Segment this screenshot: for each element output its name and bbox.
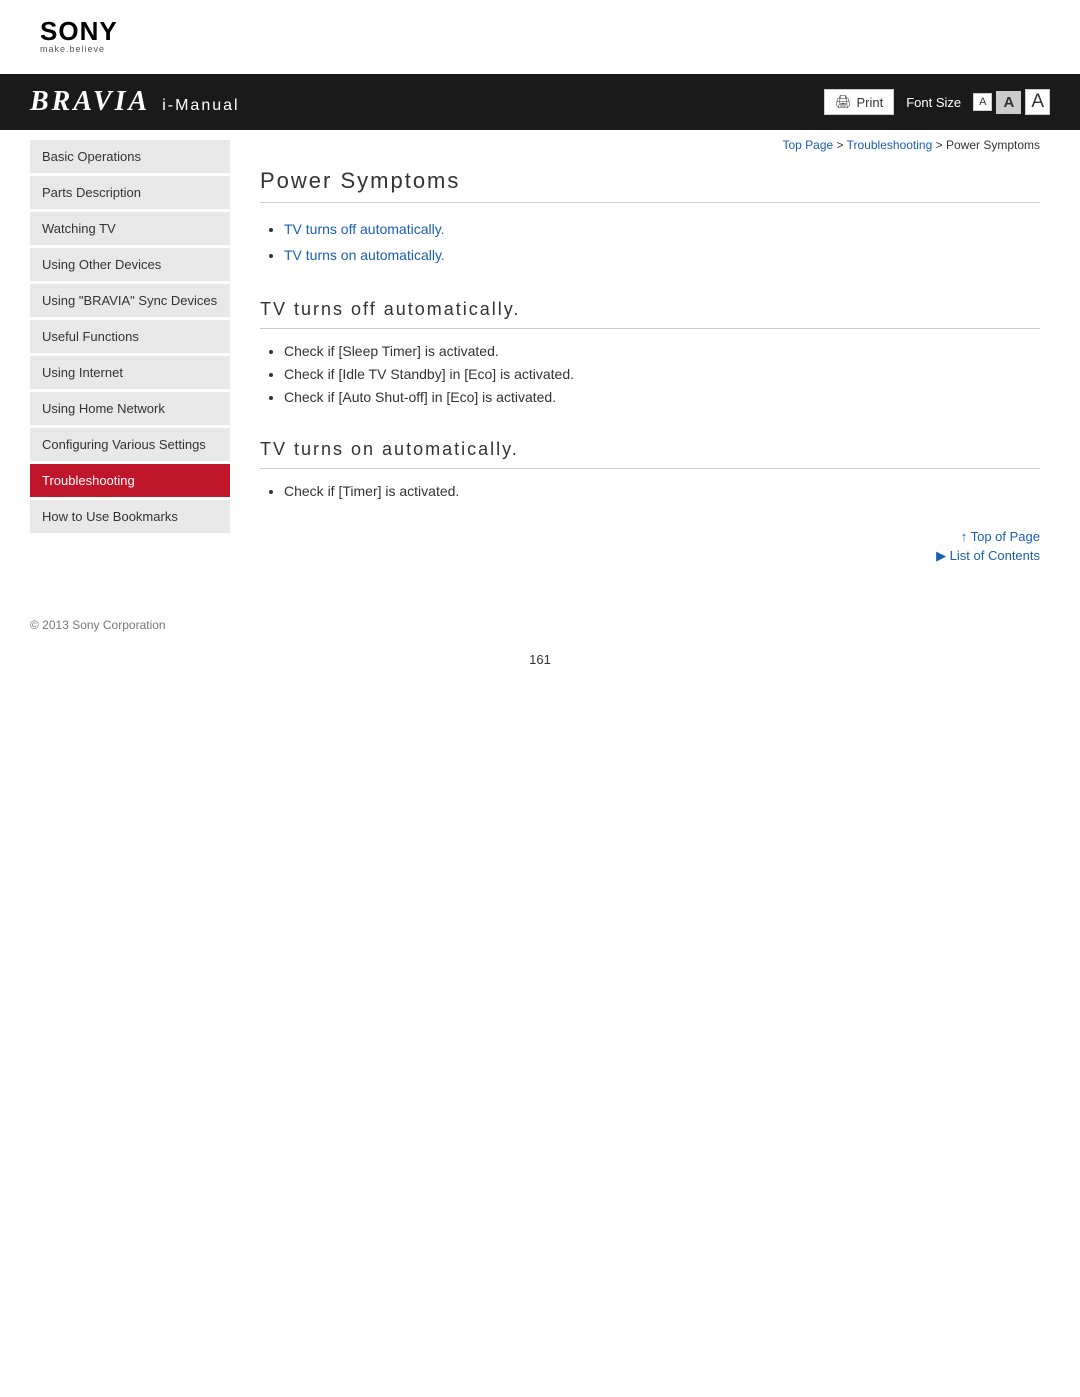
breadcrumb-troubleshooting[interactable]: Troubleshooting	[847, 138, 933, 152]
sidebar-item-using-other-devices[interactable]: Using Other Devices	[30, 248, 230, 281]
page-number: 161	[0, 652, 1080, 687]
page-title: Power Symptoms	[260, 158, 1040, 203]
copyright: © 2013 Sony Corporation	[30, 618, 166, 632]
print-icon: 🖨	[835, 94, 852, 110]
section-heading-on: TV turns on automatically.	[260, 429, 1040, 469]
imanual-label: i-Manual	[162, 97, 239, 115]
print-button[interactable]: 🖨 Print	[824, 89, 894, 115]
sidebar-item-bookmarks[interactable]: How to Use Bookmarks	[30, 500, 230, 533]
font-size-controls: A A A	[973, 89, 1050, 115]
sidebar-item-useful-functions[interactable]: Useful Functions	[30, 320, 230, 353]
font-medium-button[interactable]: A	[996, 91, 1021, 114]
bullet-item: Check if [Auto Shut-off] in [Eco] is act…	[284, 389, 1040, 405]
content-area: Top Page > Troubleshooting > Power Sympt…	[230, 130, 1080, 598]
breadcrumb-current: Power Symptoms	[946, 138, 1040, 152]
print-label: Print	[856, 95, 883, 110]
section-heading-off: TV turns off automatically.	[260, 289, 1040, 329]
content-link[interactable]: TV turns on automatically.	[284, 247, 445, 263]
top-of-page-link[interactable]: ↑ Top of Page	[260, 529, 1040, 544]
list-of-contents-link[interactable]: ▶ List of Contents	[260, 548, 1040, 564]
sidebar-item-using-home-network[interactable]: Using Home Network	[30, 392, 230, 425]
bullet-list-off: Check if [Sleep Timer] is activated. Chec…	[260, 343, 1040, 405]
sidebar-item-parts-description[interactable]: Parts Description	[30, 176, 230, 209]
bravia-title: BRAVIA i-Manual	[30, 86, 240, 118]
font-size-label: Font Size	[906, 95, 961, 110]
logo-area: SONY make.believe	[0, 0, 1080, 64]
links-list: TV turns off automatically. TV turns on a…	[260, 221, 1040, 265]
content-link[interactable]: TV turns off automatically.	[284, 221, 445, 237]
sony-logo: SONY	[40, 18, 1040, 44]
breadcrumb-sep1: >	[833, 138, 846, 152]
bullet-item: Check if [Sleep Timer] is activated.	[284, 343, 1040, 359]
sidebar: Basic OperationsParts DescriptionWatchin…	[0, 130, 230, 598]
sidebar-item-configuring-settings[interactable]: Configuring Various Settings	[30, 428, 230, 461]
font-small-button[interactable]: A	[973, 93, 992, 111]
main-layout: Basic OperationsParts DescriptionWatchin…	[0, 130, 1080, 598]
bravia-brand: BRAVIA	[30, 86, 150, 118]
sidebar-item-using-internet[interactable]: Using Internet	[30, 356, 230, 389]
sections-container: TV turns off automatically. Check if [Sle…	[260, 289, 1040, 499]
header-bar: BRAVIA i-Manual 🖨 Print Font Size A A A	[0, 74, 1080, 130]
breadcrumb-sep2: >	[932, 138, 946, 152]
font-large-button[interactable]: A	[1025, 89, 1050, 115]
header-controls: 🖨 Print Font Size A A A	[824, 89, 1050, 115]
link-item: TV turns on automatically.	[284, 247, 1040, 265]
bullet-item: Check if [Idle TV Standby] in [Eco] is a…	[284, 366, 1040, 382]
page-bottom: © 2013 Sony Corporation	[0, 608, 1080, 652]
breadcrumb-top[interactable]: Top Page	[782, 138, 833, 152]
sony-tagline: make.believe	[40, 44, 1040, 54]
sidebar-item-basic-operations[interactable]: Basic Operations	[30, 140, 230, 173]
sidebar-item-using-bravia-sync[interactable]: Using "BRAVIA" Sync Devices	[30, 284, 230, 317]
breadcrumb: Top Page > Troubleshooting > Power Sympt…	[260, 130, 1040, 158]
link-item: TV turns off automatically.	[284, 221, 1040, 239]
bullet-list-on: Check if [Timer] is activated.	[260, 483, 1040, 499]
bullet-item: Check if [Timer] is activated.	[284, 483, 1040, 499]
sidebar-item-troubleshooting[interactable]: Troubleshooting	[30, 464, 230, 497]
sidebar-item-watching-tv[interactable]: Watching TV	[30, 212, 230, 245]
footer-links: ↑ Top of Page ▶ List of Contents	[260, 529, 1040, 564]
